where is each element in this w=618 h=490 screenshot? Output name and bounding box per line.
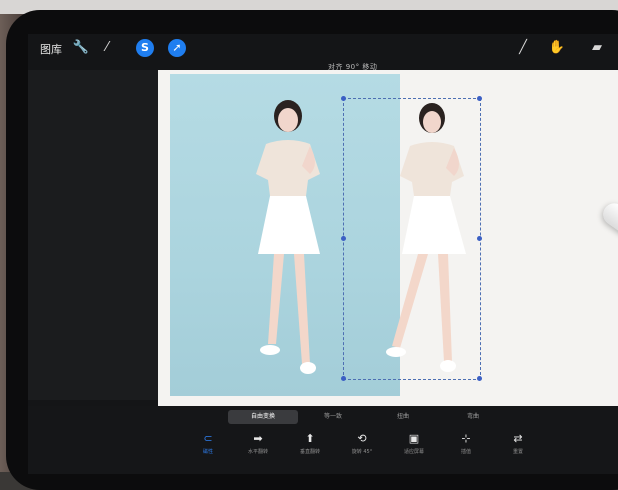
canvas-area[interactable] (158, 70, 618, 406)
fit-screen-tool[interactable]: ▣ 适应屏幕 (394, 432, 434, 455)
magnet-icon: ⊂ (203, 432, 213, 445)
tablet-screen: 图库 🔧 ⁄ S ➚ ╱ ✋ ▰ 对齐 90° 移动 自由变换 等一致 扭曲 弯… (28, 34, 618, 474)
transform-handle-top-left[interactable] (341, 96, 346, 101)
flip-horizontal-label: 水平翻转 (247, 449, 268, 455)
gallery-button[interactable]: 图库 (40, 41, 62, 57)
transform-handle-top-right[interactable] (477, 96, 482, 101)
magnet-tool[interactable]: ⊂ 磁性 (188, 432, 228, 455)
rotate-icon: ⟲ (357, 432, 367, 445)
transform-handle-right[interactable] (477, 236, 482, 241)
interpolation-tool[interactable]: ⊹ 插值 (446, 432, 486, 455)
interpolation-label: 插值 (460, 449, 471, 455)
tab-warp[interactable]: 弯曲 (438, 410, 508, 424)
rotate-label: 旋转 45° (351, 449, 373, 455)
transform-panel: 自由变换 等一致 扭曲 弯曲 ⊂ 磁性 ➡ 水平翻转 ⬆ 垂直翻转 ⟲ 旋转 4… (28, 406, 618, 474)
transform-handle-bottom-right[interactable] (477, 376, 482, 381)
flip-vertical-label: 垂直翻转 (299, 449, 320, 455)
transform-bounding-box[interactable] (343, 98, 481, 380)
fit-screen-icon: ▣ (408, 432, 420, 445)
flip-horizontal-icon: ➡ (253, 432, 263, 445)
stylus-pencil (598, 199, 618, 263)
smudge-icon[interactable]: ✋ (548, 39, 566, 57)
left-sidebar (28, 70, 158, 400)
tab-distort[interactable]: 扭曲 (368, 410, 438, 424)
tab-freeform[interactable]: 自由变换 (228, 410, 298, 424)
flip-vertical-icon: ⬆ (305, 432, 315, 445)
magnet-label: 磁性 (202, 449, 213, 455)
transform-tools: ⊂ 磁性 ➡ 水平翻转 ⬆ 垂直翻转 ⟲ 旋转 45° ▣ 适应屏幕 ⊹ 插值 (188, 432, 538, 466)
reset-tool[interactable]: ⇄ 重置 (498, 432, 538, 455)
rotate-tool[interactable]: ⟲ 旋转 45° (342, 432, 382, 455)
transform-handle-bottom-left[interactable] (341, 376, 346, 381)
flip-horizontal-tool[interactable]: ➡ 水平翻转 (238, 432, 278, 455)
top-toolbar: 图库 🔧 ⁄ S ➚ ╱ ✋ ▰ (28, 34, 618, 62)
brush-icon[interactable]: ╱ (514, 39, 532, 57)
interpolation-icon: ⊹ (461, 432, 471, 445)
wrench-icon[interactable]: 🔧 (72, 39, 90, 57)
fit-screen-label: 适应屏幕 (403, 449, 424, 455)
selection-icon[interactable]: S (136, 39, 154, 57)
reset-label: 重置 (512, 449, 523, 455)
reset-icon: ⇄ (513, 432, 523, 445)
tab-uniform[interactable]: 等一致 (298, 410, 368, 424)
flip-vertical-tool[interactable]: ⬆ 垂直翻转 (290, 432, 330, 455)
magic-wand-icon[interactable]: ⁄ (98, 39, 116, 57)
transform-handle-left[interactable] (341, 236, 346, 241)
eraser-icon[interactable]: ▰ (588, 39, 606, 57)
transform-mode-tabs: 自由变换 等一致 扭曲 弯曲 (228, 410, 498, 424)
arrow-cursor-icon[interactable]: ➚ (168, 39, 186, 57)
